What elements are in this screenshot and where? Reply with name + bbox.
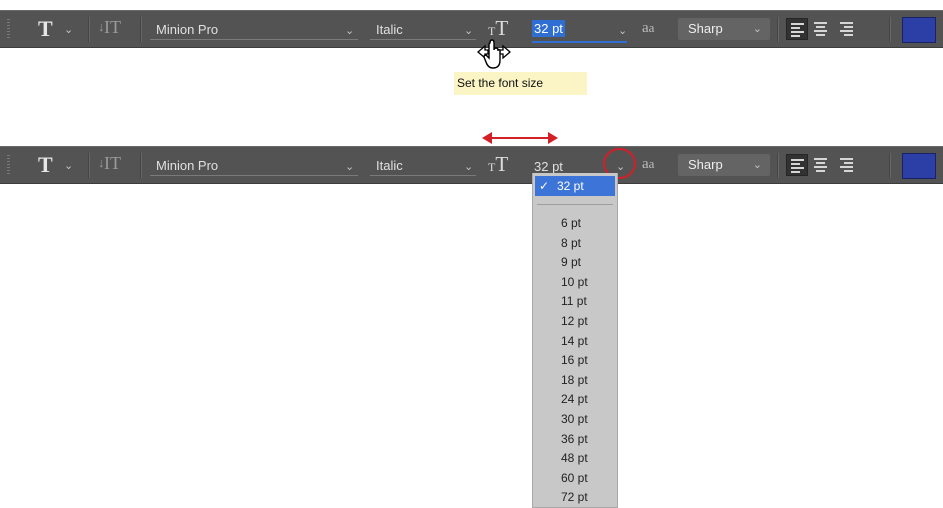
font-size-option-list: 6 pt 8 pt 9 pt 10 pt 11 pt 12 pt 14 pt 16 pt 18 … (561, 214, 588, 508)
anti-alias-chevron-icon: ⌄ (752, 159, 762, 171)
font-style-value[interactable]: Italic (376, 22, 403, 37)
font-size-option[interactable]: 36 pt (561, 430, 588, 450)
anti-alias-select[interactable]: Sharp ⌄ (678, 154, 770, 176)
font-family-value[interactable]: Minion Pro (156, 22, 218, 37)
font-size-option[interactable]: 48 pt (561, 449, 588, 469)
tool-preset-chevron-icon[interactable]: ⌄ (64, 23, 73, 36)
tool-preset-chevron-icon[interactable]: ⌄ (64, 159, 73, 172)
font-size-option-label: 32 pt (557, 179, 584, 193)
align-right-icon[interactable] (836, 154, 858, 176)
font-size-option[interactable]: 30 pt (561, 410, 588, 430)
font-style-chevron-icon[interactable]: ⌄ (464, 24, 473, 37)
anti-alias-chevron-icon: ⌄ (752, 23, 762, 35)
font-size-dropdown: ✓ 32 pt 6 pt 8 pt 9 pt 10 pt 11 pt 12 pt 14 pt… (532, 173, 618, 508)
text-color-swatch[interactable] (902, 17, 936, 43)
font-size-option[interactable]: 12 pt (561, 312, 588, 332)
font-size-value[interactable]: 32 pt (532, 20, 565, 37)
font-family-underline (150, 175, 358, 176)
tooltip-text: Set the font size (457, 76, 544, 90)
font-style-chevron-icon[interactable]: ⌄ (464, 160, 473, 173)
font-size-option[interactable]: 16 pt (561, 351, 588, 371)
toolbar-grip[interactable] (7, 19, 10, 39)
font-size-option[interactable]: 10 pt (561, 273, 588, 293)
font-size-option[interactable]: 60 pt (561, 469, 588, 489)
tooltip: Set the font size (454, 72, 587, 95)
divider (140, 17, 142, 42)
font-size-option-selected[interactable]: ✓ 32 pt (535, 176, 615, 196)
align-left-icon[interactable] (786, 18, 808, 40)
font-size-option[interactable]: 24 pt (561, 390, 588, 410)
font-size-option[interactable]: 72 pt (561, 488, 588, 508)
align-right-icon[interactable] (836, 18, 858, 40)
font-family-chevron-icon[interactable]: ⌄ (345, 24, 354, 37)
anti-alias-icon: aa (642, 20, 655, 36)
font-style-underline (370, 175, 476, 176)
checkmark-icon: ✓ (539, 179, 550, 193)
type-tool-icon[interactable]: T (38, 152, 53, 178)
align-center-icon[interactable] (810, 18, 832, 40)
font-size-value[interactable]: 32 pt (534, 159, 563, 174)
align-center-icon[interactable] (810, 154, 832, 176)
font-size-option[interactable]: 9 pt (561, 253, 588, 273)
anti-alias-icon: aa (642, 156, 655, 172)
align-left-icon[interactable] (786, 154, 808, 176)
font-size-chevron-icon[interactable]: ⌄ (618, 24, 627, 37)
font-family-value[interactable]: Minion Pro (156, 158, 218, 173)
divider (889, 153, 891, 178)
divider (777, 153, 779, 178)
anti-alias-value: Sharp (688, 21, 723, 36)
options-bar-dropdown: T ⌄ ↓ IT Minion Pro ⌄ Italic ⌄ TT 32 pt ⌄… (0, 146, 943, 184)
font-size-option[interactable]: 6 pt (561, 214, 588, 234)
font-style-value[interactable]: Italic (376, 158, 403, 173)
text-orientation-icon[interactable]: ↓ IT (98, 17, 121, 38)
divider (889, 17, 891, 42)
divider (88, 153, 90, 178)
divider (88, 17, 90, 42)
font-size-option[interactable]: 8 pt (561, 234, 588, 254)
font-size-focus-underline (532, 41, 627, 43)
type-tool-icon[interactable]: T (38, 16, 53, 42)
font-size-icon[interactable]: TT (488, 152, 508, 177)
dropdown-divider (537, 204, 613, 205)
font-size-option[interactable]: 14 pt (561, 332, 588, 352)
anti-alias-select[interactable]: Sharp ⌄ (678, 18, 770, 40)
font-size-option[interactable]: 11 pt (561, 292, 588, 312)
toolbar-grip[interactable] (7, 155, 10, 175)
font-family-underline (150, 39, 358, 40)
font-style-underline (370, 39, 476, 40)
text-color-swatch[interactable] (902, 153, 936, 179)
scrubby-hand-cursor-icon (477, 39, 511, 69)
font-family-chevron-icon[interactable]: ⌄ (345, 160, 354, 173)
font-size-option[interactable]: 18 pt (561, 371, 588, 391)
text-orientation-icon[interactable]: ↓ IT (98, 153, 121, 174)
font-size-field[interactable]: 32 pt (532, 17, 627, 43)
anti-alias-value: Sharp (688, 157, 723, 172)
double-arrow-icon (482, 132, 558, 144)
options-bar-scrub: T ⌄ ↓ IT Minion Pro ⌄ Italic ⌄ TT 32 pt ⌄… (0, 10, 943, 48)
divider (140, 153, 142, 178)
divider (777, 17, 779, 42)
